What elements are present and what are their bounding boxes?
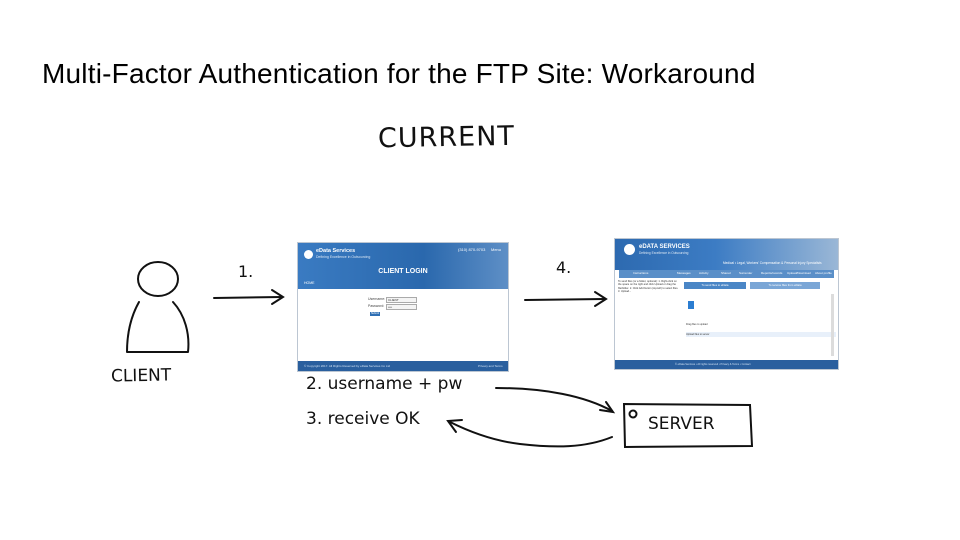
ftp-header: eDATA SERVICES Defining Excellence in Ou… <box>615 239 838 270</box>
ftp-row-upload: Upload files to server <box>686 332 836 337</box>
ftp-sidebar-text: To send files (or a folder, optional): 1… <box>618 280 679 294</box>
arrow-step-1 <box>213 289 285 305</box>
arrow-step-4 <box>524 291 608 307</box>
client-label: CLIENT <box>110 365 172 387</box>
ftp-copyright: © eData Services • All rights reserved •… <box>675 363 751 366</box>
client-head <box>137 261 179 297</box>
login-copyright: © Copyright 2017. All Rights Reserved by… <box>304 364 391 368</box>
login-brand: eData Services <box>316 248 356 254</box>
login-footer-link: Privacy and Terms <box>478 364 503 368</box>
ftp-nav-item: Upload/Download <box>787 271 811 275</box>
ftp-sidebar: To send files (or a folder, optional): 1… <box>618 280 680 360</box>
ftp-nav-item: Surrender <box>739 271 753 275</box>
ftp-tab-send: To send files to eData <box>684 282 746 289</box>
ftp-slogan: Medical • Legal, Workers' Compensation &… <box>723 261 822 265</box>
login-tagline: Defining Excellence in Outsourcing <box>316 255 371 259</box>
login-home: HOME <box>304 281 315 285</box>
server-label: SERVER <box>648 414 715 434</box>
ftp-nav-item: Activity <box>699 271 709 275</box>
arrow-step-2 <box>495 387 616 414</box>
login-phone: (310) 870-9703 <box>458 247 486 252</box>
ftp-nav: Instructions Messages Activity Shared Su… <box>619 270 834 278</box>
ftp-row-drag: Drag files to upload <box>686 323 708 326</box>
password-field: •••• <box>386 304 417 310</box>
username-label: Username: <box>368 297 386 301</box>
login-header: eData Services Defining Excellence in Ou… <box>298 243 508 289</box>
ftp-tagline: Defining Excellence in Outsourcing <box>639 251 689 255</box>
ftp-site-screenshot: eDATA SERVICES Defining Excellence in Ou… <box>614 238 839 370</box>
edata-logo-icon <box>624 244 635 255</box>
username-field: CLIENT <box>386 297 417 303</box>
step-4-label: 4. <box>556 258 572 277</box>
ftp-nav-item: About profile <box>815 271 832 275</box>
client-body <box>126 301 190 353</box>
ftp-nav-item: Reports/records <box>761 271 783 275</box>
server-indicator-icon <box>628 409 638 419</box>
ftp-nav-item: Messages <box>677 271 691 275</box>
login-page-screenshot: eData Services Defining Excellence in Ou… <box>297 242 509 372</box>
ftp-brand: eDATA SERVICES <box>639 244 690 250</box>
login-heading: CLIENT LOGIN <box>378 268 428 275</box>
upload-arrow-icon <box>688 301 694 309</box>
client-person-icon <box>126 261 190 353</box>
ftp-nav-item: Instructions <box>633 271 649 275</box>
ftp-scrollbar <box>831 294 834 356</box>
slide-title: Multi-Factor Authentication for the FTP … <box>42 58 756 89</box>
arrow-step-3 <box>446 419 613 448</box>
ftp-footer: © eData Services • All rights reserved •… <box>615 360 838 369</box>
step-2-label: 2. username + pw <box>306 374 463 394</box>
ftp-tabs: To send files to eData To receive files … <box>684 282 824 289</box>
edata-logo-icon <box>304 250 313 259</box>
login-footer: © Copyright 2017. All Rights Reserved by… <box>298 361 508 371</box>
slide-subtitle: CURRENT <box>377 120 516 155</box>
ftp-tab-receive: To receive files from eData <box>750 282 820 289</box>
submit-button: Submit <box>370 312 380 316</box>
step-3-label: 3. receive OK <box>306 409 420 429</box>
login-menu: Menu <box>491 247 502 252</box>
ftp-nav-item: Shared <box>721 271 731 275</box>
step-1-label: 1. <box>238 262 254 281</box>
password-label: Password: <box>368 304 385 308</box>
